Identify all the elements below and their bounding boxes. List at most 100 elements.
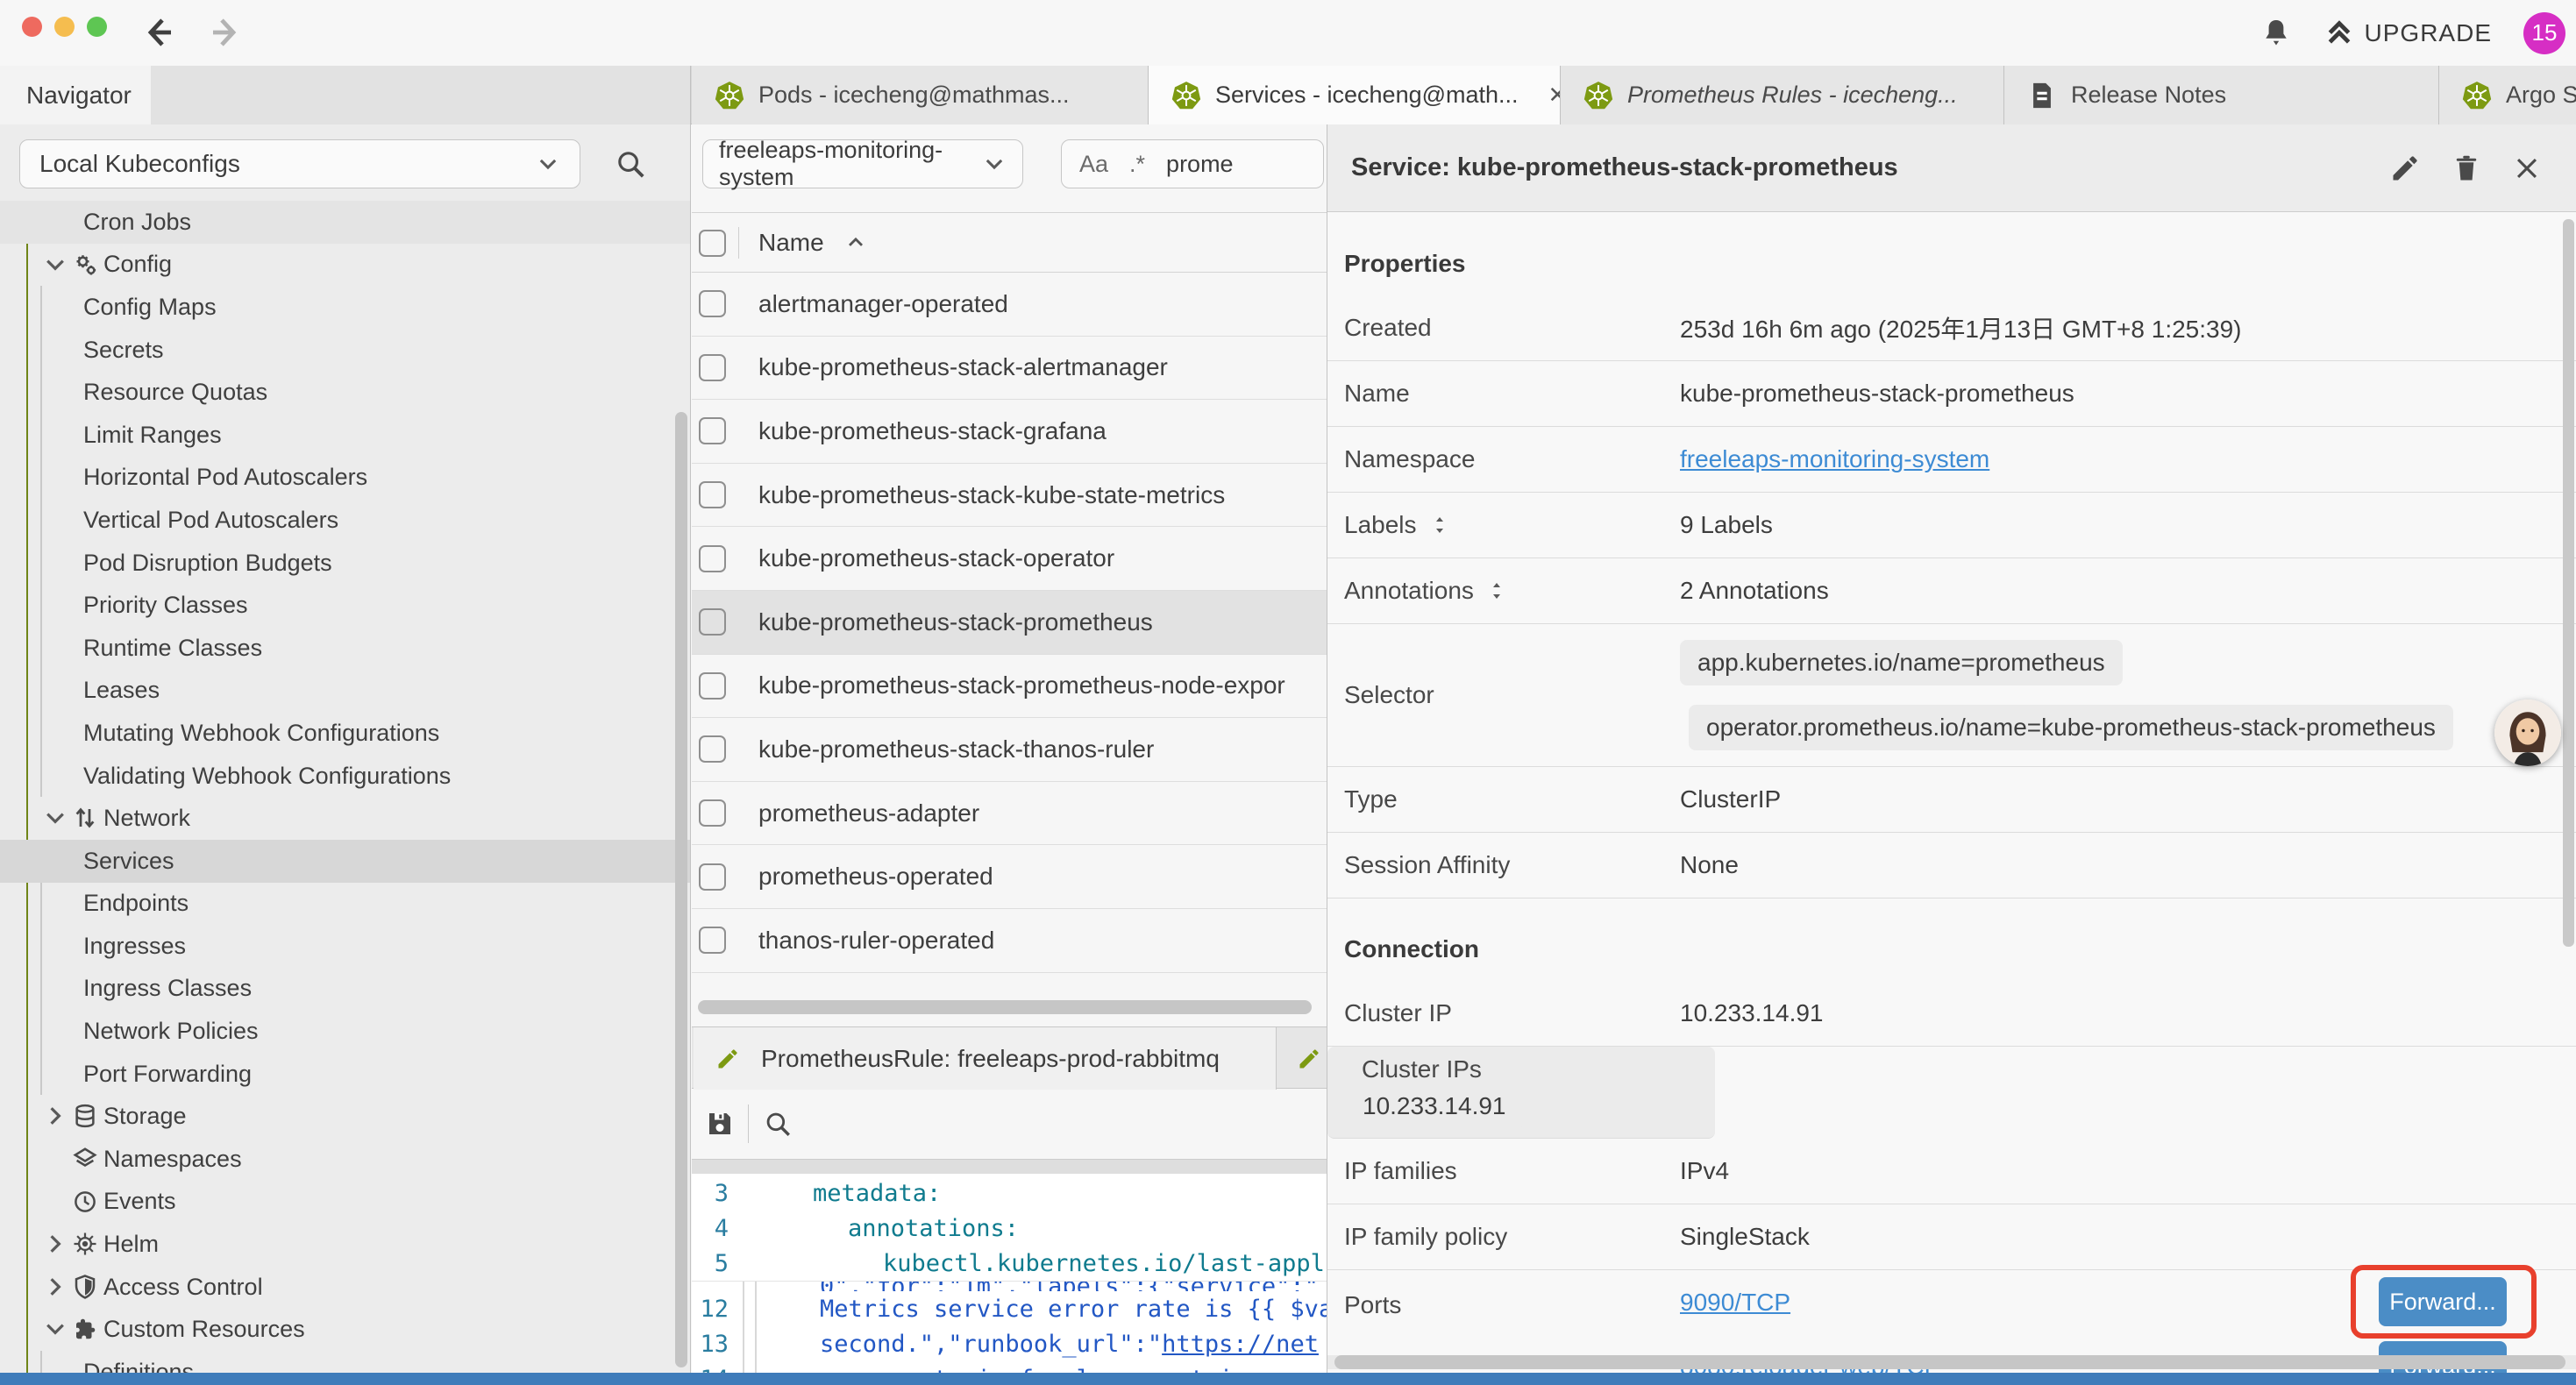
detail-vertical-scrollbar[interactable] — [2563, 219, 2574, 947]
sort-ascending-icon[interactable] — [843, 231, 868, 255]
sidebar-item-custom-resources[interactable]: Custom Resources — [0, 1308, 691, 1351]
table-search-input[interactable]: Aa .* prome — [1061, 139, 1324, 188]
row-checkbox[interactable] — [699, 417, 726, 444]
table-row-kube-prometheus-stack-prometheus[interactable]: kube-prometheus-stack-prometheus — [692, 591, 1327, 655]
table-row-kube-prometheus-stack-thanos-ruler[interactable]: kube-prometheus-stack-thanos-ruler — [692, 718, 1327, 782]
sidebar-item-pod-disruption-budgets[interactable]: Pod Disruption Budgets — [0, 542, 691, 585]
table-row-prometheus-operated[interactable]: prometheus-operated — [692, 845, 1327, 909]
back-arrow-icon[interactable] — [139, 11, 181, 53]
detail-horizontal-scrollbar[interactable] — [1334, 1355, 2565, 1369]
editor-search-icon[interactable] — [763, 1109, 793, 1139]
namespace-link[interactable]: freeleaps-monitoring-system — [1680, 445, 1989, 472]
table-row-thanos-ruler-operated[interactable]: thanos-ruler-operated — [692, 909, 1327, 973]
avatar[interactable] — [2494, 700, 2561, 766]
sidebar-item-priority-classes[interactable]: Priority Classes — [0, 584, 691, 627]
chevron-right-icon[interactable] — [42, 1231, 68, 1257]
sidebar-item-cron-jobs[interactable]: Cron Jobs — [0, 201, 691, 244]
row-checkbox[interactable] — [699, 481, 726, 508]
close-icon[interactable] — [2512, 153, 2542, 183]
table-row-prometheus-adapter[interactable]: prometheus-adapter — [692, 782, 1327, 846]
row-checkbox[interactable] — [699, 608, 726, 636]
sidebar-item-definitions[interactable]: Definitions — [0, 1351, 691, 1373]
tab-argo-se[interactable]: Argo Se — [2439, 66, 2576, 124]
forward-arrow-icon[interactable] — [203, 11, 246, 53]
sidebar-item-vertical-pod-autoscalers[interactable]: Vertical Pod Autoscalers — [0, 499, 691, 542]
sidebar-item-access-control[interactable]: Access Control — [0, 1266, 691, 1309]
sidebar-item-network[interactable]: Network — [0, 797, 691, 840]
row-checkbox[interactable] — [699, 545, 726, 572]
sidebar-item-endpoints[interactable]: Endpoints — [0, 883, 691, 926]
name-column-header[interactable]: Name — [758, 229, 824, 257]
table-row-kube-prometheus-stack-operator[interactable]: kube-prometheus-stack-operator — [692, 527, 1327, 591]
sidebar-item-runtime-classes[interactable]: Runtime Classes — [0, 627, 691, 670]
yaml-editor[interactable]: 3metadata:4annotations:5kubectl.kubernet… — [692, 1174, 1327, 1373]
table-row-kube-prometheus-stack-prometheus-node-expor[interactable]: kube-prometheus-stack-prometheus-node-ex… — [692, 655, 1327, 719]
sidebar-item-events[interactable]: Events — [0, 1181, 691, 1224]
sidebar-item-namespaces[interactable]: Namespaces — [0, 1138, 691, 1181]
row-checkbox[interactable] — [699, 354, 726, 381]
sidebar-item-horizontal-pod-autoscalers[interactable]: Horizontal Pod Autoscalers — [0, 457, 691, 500]
code-text: 0","for":"1m","labels":{"service":" — [767, 1281, 1319, 1291]
sidebar-scrollbar[interactable] — [675, 412, 687, 1367]
close-window-button[interactable] — [22, 17, 42, 37]
code-link[interactable]: https://net — [1162, 1331, 1319, 1358]
maximize-window-button[interactable] — [87, 17, 107, 37]
sidebar-item-port-forwarding[interactable]: Port Forwarding — [0, 1053, 691, 1096]
tab-prometheus-rules-icecheng[interactable]: Prometheus Rules - icecheng... — [1561, 66, 2004, 124]
namespace-select[interactable]: freeleaps-monitoring-system — [702, 139, 1023, 188]
chevron-down-icon[interactable] — [42, 252, 68, 278]
sidebar-item-ingress-classes[interactable]: Ingress Classes — [0, 968, 691, 1011]
sidebar-item-resource-quotas[interactable]: Resource Quotas — [0, 371, 691, 414]
row-checkbox[interactable] — [699, 799, 726, 827]
tab-release-notes[interactable]: Release Notes — [2004, 66, 2439, 124]
row-checkbox[interactable] — [699, 290, 726, 317]
prometheusrule-editor-tab[interactable]: PrometheusRule: freeleaps-prod-rabbitmq — [694, 1027, 1277, 1090]
upgrade-button[interactable]: UPGRADE — [2324, 18, 2492, 48]
row-checkbox[interactable] — [699, 927, 726, 954]
row-checkbox[interactable] — [699, 863, 726, 891]
delete-trash-icon[interactable] — [2451, 153, 2482, 184]
sidebar-item-limit-ranges[interactable]: Limit Ranges — [0, 414, 691, 457]
second-editor-tab[interactable] — [1277, 1027, 1327, 1090]
match-case-toggle[interactable]: Aa — [1079, 151, 1108, 178]
sort-updown-icon[interactable] — [1429, 515, 1450, 536]
table-row-alertmanager-operated[interactable]: alertmanager-operated — [692, 273, 1327, 337]
table-row-kube-prometheus-stack-kube-state-metrics[interactable]: kube-prometheus-stack-kube-state-metrics — [692, 464, 1327, 528]
tab-close-icon[interactable]: ✕ — [1548, 82, 1561, 109]
tab-pods-icecheng-mathmas[interactable]: Pods - icecheng@mathmas... — [692, 66, 1149, 124]
select-all-checkbox[interactable] — [699, 230, 726, 257]
sidebar-item-validating-webhook-configurations[interactable]: Validating Webhook Configurations — [0, 755, 691, 798]
sidebar-item-leases[interactable]: Leases — [0, 670, 691, 713]
sidebar-item-ingresses[interactable]: Ingresses — [0, 925, 691, 968]
sidebar-search-icon[interactable] — [614, 147, 647, 181]
edit-pencil-icon[interactable] — [2389, 153, 2421, 184]
notification-count-badge[interactable]: 15 — [2523, 12, 2565, 54]
kubeconfig-select[interactable]: Local Kubeconfigs — [19, 139, 580, 188]
sidebar-item-secrets[interactable]: Secrets — [0, 329, 691, 372]
port-link[interactable]: 9090/TCP — [1680, 1289, 1790, 1317]
sidebar-item-services[interactable]: Services — [0, 840, 691, 883]
regex-toggle[interactable]: .* — [1129, 151, 1145, 178]
sort-updown-icon[interactable] — [1486, 580, 1507, 601]
chevron-right-icon[interactable] — [42, 1274, 68, 1300]
navigator-panel-tab[interactable]: Navigator — [0, 66, 151, 124]
chevron-right-icon[interactable] — [42, 1103, 68, 1129]
sidebar-item-network-policies[interactable]: Network Policies — [0, 1010, 691, 1053]
table-row-kube-prometheus-stack-alertmanager[interactable]: kube-prometheus-stack-alertmanager — [692, 337, 1327, 401]
row-checkbox[interactable] — [699, 735, 726, 763]
tab-services-icecheng-math[interactable]: Services - icecheng@math...✕ — [1149, 66, 1561, 124]
notifications-bell-icon[interactable] — [2259, 17, 2293, 50]
table-row-kube-prometheus-stack-grafana[interactable]: kube-prometheus-stack-grafana — [692, 400, 1327, 464]
table-horizontal-scrollbar[interactable] — [698, 1000, 1312, 1014]
save-icon[interactable] — [704, 1108, 736, 1140]
sidebar-item-config-maps[interactable]: Config Maps — [0, 286, 691, 329]
chevron-down-icon[interactable] — [42, 1316, 68, 1342]
sidebar-item-config[interactable]: Config — [0, 244, 691, 287]
sidebar-item-helm[interactable]: Helm — [0, 1223, 691, 1266]
line-number: 4 — [692, 1215, 743, 1242]
minimize-window-button[interactable] — [54, 17, 75, 37]
chevron-down-icon[interactable] — [42, 805, 68, 831]
sidebar-item-mutating-webhook-configurations[interactable]: Mutating Webhook Configurations — [0, 712, 691, 755]
sidebar-item-storage[interactable]: Storage — [0, 1095, 691, 1138]
row-checkbox[interactable] — [699, 672, 726, 700]
